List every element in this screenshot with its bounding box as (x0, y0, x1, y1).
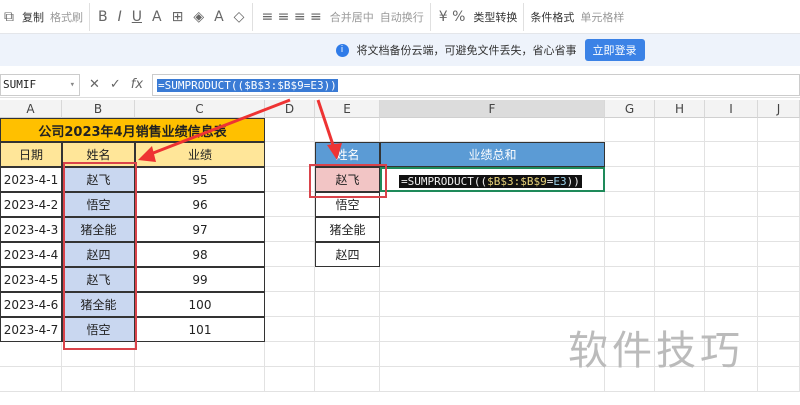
watermark: 软件技巧 (568, 328, 744, 374)
arrow-head (138, 146, 156, 162)
arrow-to-range (147, 98, 291, 157)
arrow-to-criteria (316, 99, 336, 149)
arrow-head (327, 143, 342, 160)
